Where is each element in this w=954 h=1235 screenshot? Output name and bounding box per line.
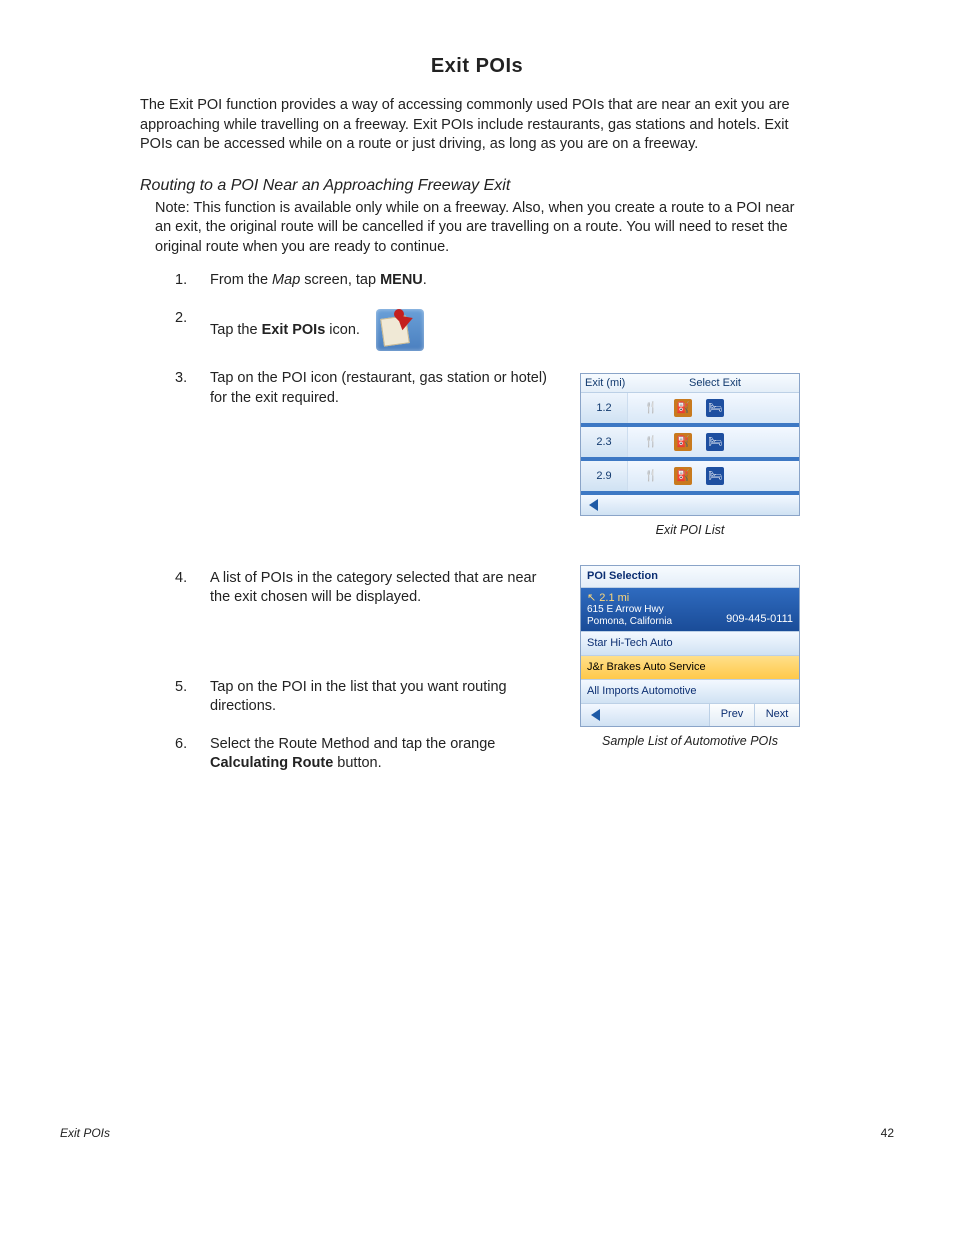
poi-selection-title: POI Selection bbox=[581, 566, 799, 588]
poi-phone: 909-445-0111 bbox=[726, 612, 793, 627]
step-1: From the Map screen, tap MENU. bbox=[175, 271, 894, 291]
exit-header-left: Exit (mi) bbox=[581, 374, 631, 392]
poi-list-item[interactable]: All Imports Automotive bbox=[581, 679, 799, 703]
poi-distance: 2.1 mi bbox=[587, 592, 672, 605]
prev-button[interactable]: Prev bbox=[709, 704, 754, 726]
restaurant-icon[interactable]: 🍴 bbox=[642, 467, 660, 485]
intro-paragraph: The Exit POI function provides a way of … bbox=[140, 96, 814, 155]
poi-info-panel: 2.1 mi 615 E Arrow Hwy Pomona, Californi… bbox=[581, 588, 799, 632]
section-heading: Routing to a POI Near an Approaching Fre… bbox=[140, 177, 894, 195]
step-3: Tap on the POI icon (restaurant, gas sta… bbox=[175, 369, 894, 539]
exit-row[interactable]: 1.2 🍴 ⛽ 🛏 bbox=[581, 393, 799, 427]
exit-poi-list-figure: Exit (mi) Select Exit 1.2 🍴 ⛽ 🛏 bbox=[580, 373, 800, 539]
exit-row[interactable]: 2.9 🍴 ⛽ 🛏 bbox=[581, 461, 799, 491]
hotel-icon[interactable]: 🛏 bbox=[706, 433, 724, 451]
menu-label: MENU bbox=[380, 272, 423, 288]
restaurant-icon[interactable]: 🍴 bbox=[642, 399, 660, 417]
next-button[interactable]: Next bbox=[754, 704, 799, 726]
gas-icon[interactable]: ⛽ bbox=[674, 433, 692, 451]
exit-distance: 2.3 bbox=[581, 427, 628, 457]
step-text: Tap on the POI icon (restaurant, gas sta… bbox=[210, 370, 547, 406]
gas-icon[interactable]: ⛽ bbox=[674, 467, 692, 485]
step-4: A list of POIs in the category selected … bbox=[175, 569, 894, 750]
exit-row[interactable]: 2.3 🍴 ⛽ 🛏 bbox=[581, 427, 799, 461]
page-title: Exit POIs bbox=[60, 55, 894, 78]
exit-header-right: Select Exit bbox=[631, 374, 799, 392]
note-paragraph: Note: This function is available only wh… bbox=[155, 199, 814, 258]
exit-pois-icon bbox=[376, 309, 424, 351]
footer-section: Exit POIs bbox=[60, 1126, 110, 1140]
calculating-route-label: Calculating Route bbox=[210, 755, 333, 771]
exit-distance: 2.9 bbox=[581, 461, 628, 491]
step-text: A list of POIs in the category selected … bbox=[210, 570, 536, 606]
figure-caption: Exit POI List bbox=[580, 522, 800, 539]
hotel-icon[interactable]: 🛏 bbox=[706, 467, 724, 485]
page-number: 42 bbox=[881, 1126, 894, 1140]
step-2: Tap the Exit POIs icon. bbox=[175, 309, 894, 351]
hotel-icon[interactable]: 🛏 bbox=[706, 399, 724, 417]
step-6: Select the Route Method and tap the oran… bbox=[175, 735, 550, 774]
restaurant-icon[interactable]: 🍴 bbox=[642, 433, 660, 451]
step-text: From the bbox=[210, 272, 272, 288]
gas-icon[interactable]: ⛽ bbox=[674, 399, 692, 417]
map-screen-ref: Map bbox=[272, 272, 300, 288]
poi-list-item[interactable]: Star Hi-Tech Auto bbox=[581, 631, 799, 655]
figure-caption: Sample List of Automotive POIs bbox=[580, 733, 800, 750]
poi-address-line2: Pomona, California bbox=[587, 616, 672, 628]
poi-selection-figure: POI Selection 2.1 mi 615 E Arrow Hwy Pom… bbox=[580, 565, 800, 750]
back-button[interactable] bbox=[581, 704, 609, 726]
step-5: Tap on the POI in the list that you want… bbox=[175, 678, 550, 717]
back-icon[interactable] bbox=[589, 499, 598, 511]
exit-distance: 1.2 bbox=[581, 393, 628, 423]
step-text: Tap on the POI in the list that you want… bbox=[210, 679, 507, 715]
back-icon bbox=[591, 709, 600, 721]
exit-pois-label: Exit POIs bbox=[262, 322, 326, 338]
poi-list-item-selected[interactable]: J&r Brakes Auto Service bbox=[581, 655, 799, 679]
poi-address-line1: 615 E Arrow Hwy bbox=[587, 604, 672, 616]
